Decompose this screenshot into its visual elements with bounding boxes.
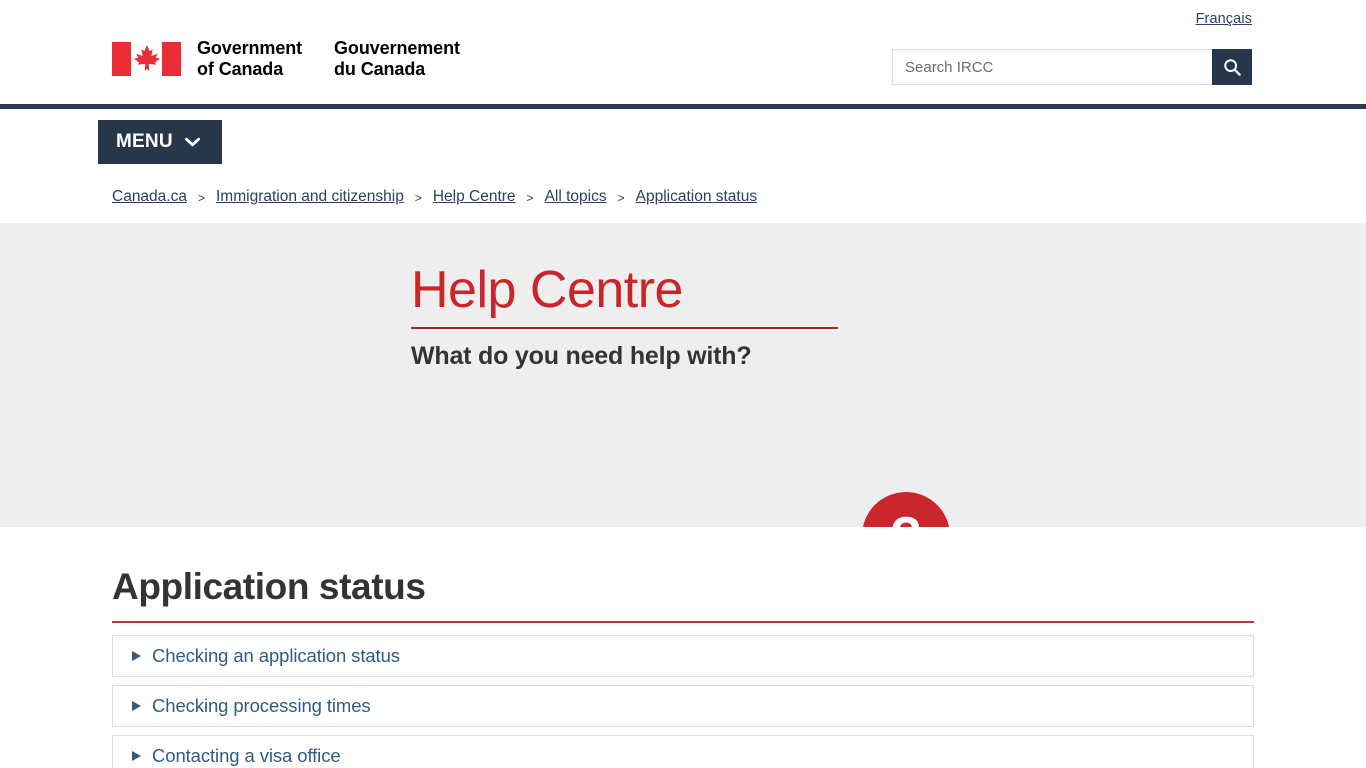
breadcrumb-separator: > [526, 191, 534, 205]
hero-title: Help Centre [411, 261, 838, 329]
chevron-down-icon [184, 137, 200, 147]
breadcrumb-item-canada-ca[interactable]: Canada.ca [112, 188, 187, 206]
global-header: Français Government of Canada Gouverneme… [0, 0, 1366, 104]
breadcrumb: Canada.ca > Immigration and citizenship … [0, 171, 1366, 223]
brand-wordmark: Government of Canada Gouvernement du Can… [197, 38, 460, 80]
hero-text-block: Help Centre What do you need help with? [411, 261, 956, 371]
hero-subtitle: What do you need help with? [411, 342, 752, 370]
site-search [892, 49, 1252, 85]
triangle-right-icon [132, 751, 141, 761]
maple-leaf-icon [133, 45, 160, 72]
triangle-right-icon [132, 701, 141, 711]
help-centre-hero: Help Centre What do you need help with? … [0, 223, 1366, 645]
flag-right-bar [162, 42, 181, 76]
page-title: Application status [112, 566, 426, 607]
accordion-item-label: Checking processing times [152, 695, 371, 716]
brand-wordmark-en: Government of Canada [197, 38, 303, 79]
site-search-input[interactable] [892, 49, 1212, 85]
page-title-rule [112, 621, 1254, 623]
accordion-item-label: Contacting a visa office [152, 745, 341, 766]
breadcrumb-item-application-status[interactable]: Application status [636, 188, 758, 206]
triangle-right-icon [132, 651, 141, 661]
menu-bar: MENU [0, 109, 1366, 171]
site-search-submit-button[interactable] [1212, 49, 1252, 85]
breadcrumb-separator: > [617, 191, 625, 205]
breadcrumb-separator: > [414, 191, 422, 205]
topics-accordion: Checking an application status Checking … [112, 635, 1254, 768]
accordion-item-checking-an-application-status[interactable]: Checking an application status [112, 635, 1254, 677]
main-menu-label: MENU [116, 131, 173, 152]
breadcrumb-separator: > [197, 191, 205, 205]
main-content: Application status Checking an applicati… [0, 527, 1366, 768]
accordion-item-contacting-a-visa-office[interactable]: Contacting a visa office [112, 735, 1254, 768]
breadcrumb-item-immigration-and-citizenship[interactable]: Immigration and citizenship [216, 188, 404, 206]
canada-flag-icon [112, 42, 181, 76]
language-toggle-link[interactable]: Français [1196, 11, 1252, 27]
main-menu-button[interactable]: MENU [98, 120, 222, 164]
brand-wordmark-fr: Gouvernement du Canada [334, 38, 460, 79]
breadcrumb-item-help-centre[interactable]: Help Centre [433, 188, 516, 206]
accordion-item-checking-processing-times[interactable]: Checking processing times [112, 685, 1254, 727]
government-of-canada-brand[interactable]: Government of Canada Gouvernement du Can… [112, 38, 460, 80]
accordion-item-label: Checking an application status [152, 645, 400, 666]
search-icon [1224, 59, 1241, 76]
breadcrumb-item-all-topics[interactable]: All topics [545, 188, 607, 206]
flag-left-bar [112, 42, 131, 76]
